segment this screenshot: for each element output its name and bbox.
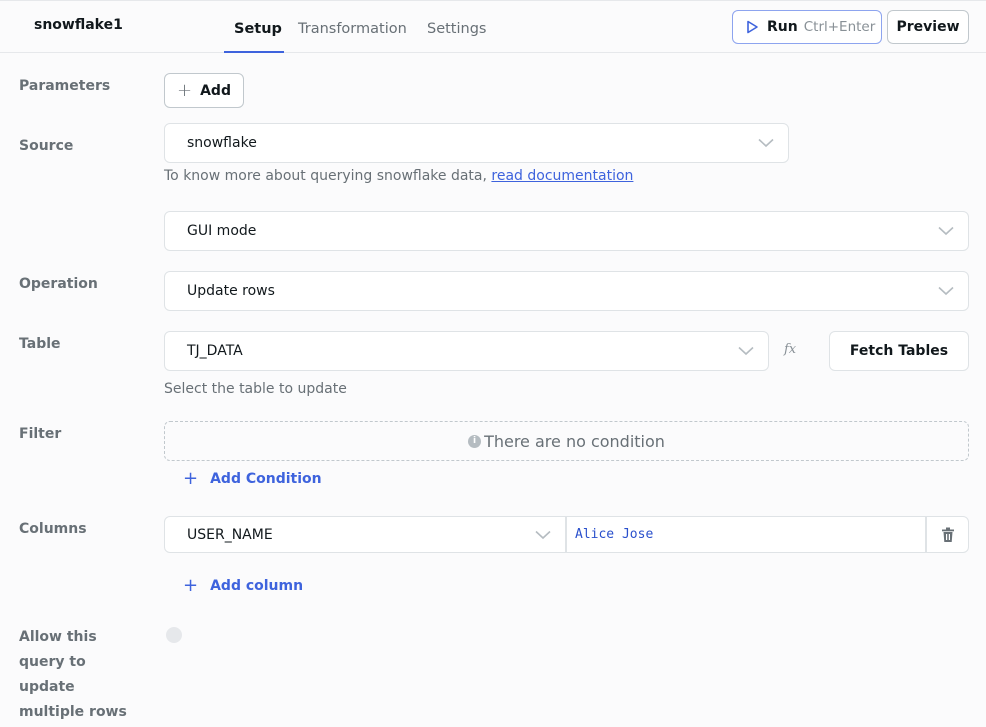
tab-setup[interactable]: Setup [234,21,282,37]
query-header: snowflake1 Setup Transformation Settings… [0,0,986,53]
active-tab-indicator [224,51,284,53]
filter-empty-message: There are no condition [484,431,665,451]
mode-select[interactable]: GUI mode [164,211,969,251]
chevron-down-icon [938,286,954,296]
trash-icon [941,527,954,542]
column-value-input[interactable]: Alice Jose [566,516,926,553]
source-help-text: To know more about querying snowflake da… [164,168,492,184]
play-icon [747,20,758,34]
chevron-down-icon [738,346,754,356]
fx-toggle[interactable]: fx [784,342,796,357]
table-select[interactable]: TJ_DATA [164,331,769,371]
chevron-down-icon [758,138,774,148]
multi-rows-label: Allow this query to update multiple rows [19,629,127,720]
query-name[interactable]: snowflake1 [34,17,123,33]
source-select[interactable]: snowflake [164,123,789,163]
table-value: TJ_DATA [187,343,243,359]
operation-label: Operation [19,276,98,292]
parameters-label: Parameters [19,78,111,94]
plus-icon: + [183,575,199,596]
run-label: Run [767,19,798,35]
mode-value: GUI mode [187,223,257,239]
operation-select[interactable]: Update rows [164,271,969,311]
add-condition-label: Add Condition [210,470,322,487]
tab-settings[interactable]: Settings [427,21,486,37]
run-button[interactable]: Run Ctrl+Enter [732,10,882,44]
table-help: Select the table to update [164,381,347,397]
source-label: Source [19,138,74,154]
run-shortcut: Ctrl+Enter [803,19,876,35]
chevron-down-icon [938,226,954,236]
plus-icon: + [177,80,193,101]
operation-value: Update rows [187,283,275,299]
column-select[interactable]: USER_NAME [164,516,566,553]
tab-transformation[interactable]: Transformation [298,21,407,37]
multi-rows-toggle[interactable] [166,627,182,643]
filter-empty-state: i There are no condition [164,421,969,461]
filter-label: Filter [19,426,62,442]
delete-column-button[interactable] [926,516,969,553]
columns-label: Columns [19,521,87,537]
fetch-tables-button[interactable]: Fetch Tables [829,331,969,371]
add-condition-button[interactable]: + Add Condition [183,468,322,489]
source-value: snowflake [187,135,257,151]
column-name: USER_NAME [187,526,273,543]
add-column-button[interactable]: + Add column [183,575,303,596]
add-parameter-label: Add [200,82,231,99]
chevron-down-icon [535,530,551,539]
info-icon: i [468,434,482,448]
read-documentation-link[interactable]: read documentation [491,168,633,184]
plus-icon: + [183,468,199,489]
add-parameter-button[interactable]: + Add [164,73,244,108]
source-help: To know more about querying snowflake da… [164,168,633,184]
add-column-label: Add column [210,577,304,594]
table-label: Table [19,336,61,352]
preview-button[interactable]: Preview [887,10,969,44]
